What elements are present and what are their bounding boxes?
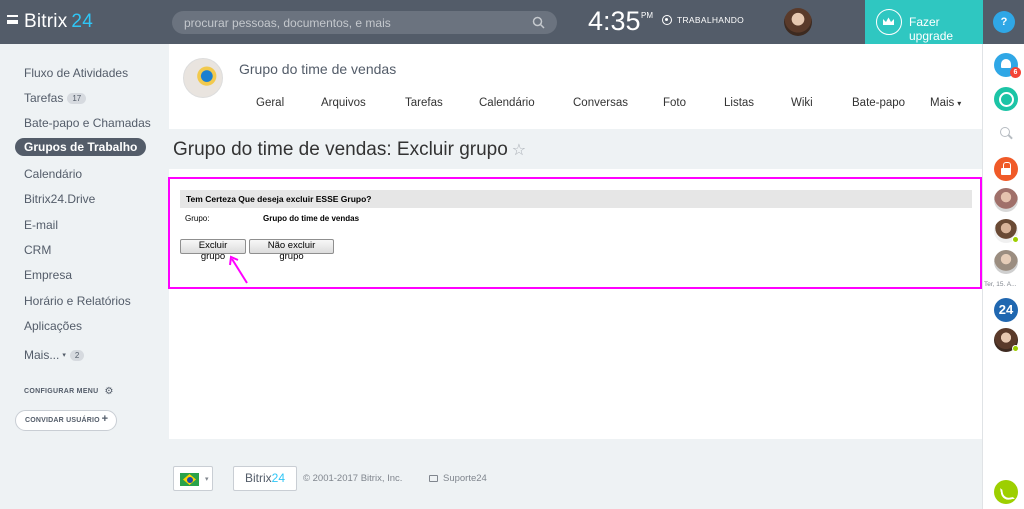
gear-icon: ⚙	[104, 386, 114, 397]
tab-conversations[interactable]: Conversas	[573, 97, 628, 109]
online-indicator	[1012, 236, 1019, 243]
plus-icon: +	[101, 413, 108, 425]
invite-user-button[interactable]: CONVIDAR USUÁRIO +	[15, 410, 117, 431]
tab-chat[interactable]: Bate-papo	[852, 97, 905, 109]
top-bar: Bitrix24 4:35 PM TRABALHANDO Fazer upgra…	[0, 0, 1024, 44]
annotation-arrow-icon	[229, 255, 248, 284]
sidebar-item-drive[interactable]: Bitrix24.Drive	[24, 192, 95, 206]
language-selector[interactable]: ▾	[173, 466, 213, 491]
status-dot-icon	[662, 15, 672, 25]
menu-icon[interactable]	[7, 15, 18, 24]
sidebar-item-chat-calls[interactable]: Bate-papo e Chamadas	[24, 116, 151, 130]
star-icon[interactable]: ☆	[512, 142, 526, 159]
upgrade-button[interactable]: Fazer upgrade	[865, 0, 983, 44]
caret-down-icon: ▾	[62, 352, 66, 359]
open-lines-icon[interactable]	[994, 87, 1018, 111]
sidebar-item-applications[interactable]: Aplicações	[24, 319, 82, 333]
search-box	[172, 11, 557, 34]
right-panel: 24	[982, 44, 1024, 509]
tasks-counter: 17	[67, 93, 87, 104]
configure-menu-link[interactable]: CONFIGURAR MENU ⚙	[24, 386, 114, 397]
contact-avatar[interactable]	[994, 250, 1018, 274]
bitrix-logo[interactable]: Bitrix 24	[24, 11, 93, 33]
tab-tasks[interactable]: Tarefas	[405, 97, 443, 109]
footer-logo[interactable]: Bitrix24	[233, 466, 297, 491]
footer-copyright: © 2001-2017 Bitrix, Inc.	[303, 473, 403, 484]
sidebar-item-crm[interactable]: CRM	[24, 243, 51, 257]
tab-files[interactable]: Arquivos	[321, 97, 366, 109]
notification-badge: 6	[1010, 67, 1021, 78]
sidebar-item-activity-stream[interactable]: Fluxo de Atividades	[24, 66, 128, 80]
support-link[interactable]: Suporte24	[429, 473, 487, 484]
tab-wiki[interactable]: Wiki	[791, 97, 813, 109]
chat-icon	[429, 475, 438, 482]
sidebar-item-tasks[interactable]: Tarefas 17	[24, 91, 87, 105]
clock-time[interactable]: 4:35	[588, 6, 641, 37]
help-button[interactable]: ?	[993, 11, 1015, 33]
sidebar-item-time-reports[interactable]: Horário e Relatórios	[24, 294, 131, 308]
search-input[interactable]	[184, 11, 524, 34]
search-icon[interactable]	[994, 121, 1018, 145]
group-header: Grupo do time de vendas Geral Arquivos T…	[169, 44, 982, 129]
clock-period: PM	[641, 11, 653, 20]
sidebar-item-more[interactable]: Mais... ▾ 2	[24, 348, 85, 362]
tab-photo[interactable]: Foto	[663, 97, 686, 109]
highlight-annotation-box	[168, 177, 982, 289]
lock-icon[interactable]	[994, 157, 1018, 181]
left-sidebar: Fluxo de Atividades Tarefas 17 Bate-papo …	[0, 44, 168, 509]
tab-more[interactable]: Mais ▾	[930, 97, 961, 109]
caret-down-icon: ▾	[205, 476, 209, 483]
brazil-flag-icon	[180, 473, 199, 486]
recent-date-label: Ter, 15. A...	[984, 281, 1017, 288]
tab-calendar[interactable]: Calendário	[479, 97, 535, 109]
crown-icon	[876, 9, 902, 35]
page-title: Grupo do time de vendas: Excluir grupo ☆	[173, 139, 527, 160]
tab-general[interactable]: Geral	[256, 97, 284, 109]
sidebar-item-company[interactable]: Empresa	[24, 268, 72, 282]
contact-avatar[interactable]	[994, 188, 1018, 212]
caret-down-icon: ▾	[957, 99, 962, 108]
sidebar-item-calendar[interactable]: Calendário	[24, 167, 82, 181]
search-icon[interactable]	[532, 16, 545, 29]
sidebar-item-workgroups[interactable]: Grupos de Trabalho	[15, 138, 147, 156]
work-status-label: TRABALHANDO	[677, 15, 745, 25]
online-indicator	[1012, 345, 1019, 352]
user-avatar[interactable]	[784, 8, 812, 36]
work-status[interactable]: TRABALHANDO	[662, 15, 744, 25]
upgrade-label: Fazer upgrade	[909, 15, 954, 43]
phone-icon[interactable]	[994, 480, 1018, 504]
more-counter: 2	[69, 350, 85, 361]
sidebar-item-email[interactable]: E-mail	[24, 218, 58, 232]
tab-lists[interactable]: Listas	[724, 97, 754, 109]
bitrix24-chat-icon[interactable]: 24	[994, 298, 1018, 322]
group-avatar[interactable]	[183, 58, 223, 98]
group-name[interactable]: Grupo do time de vendas	[239, 61, 396, 77]
